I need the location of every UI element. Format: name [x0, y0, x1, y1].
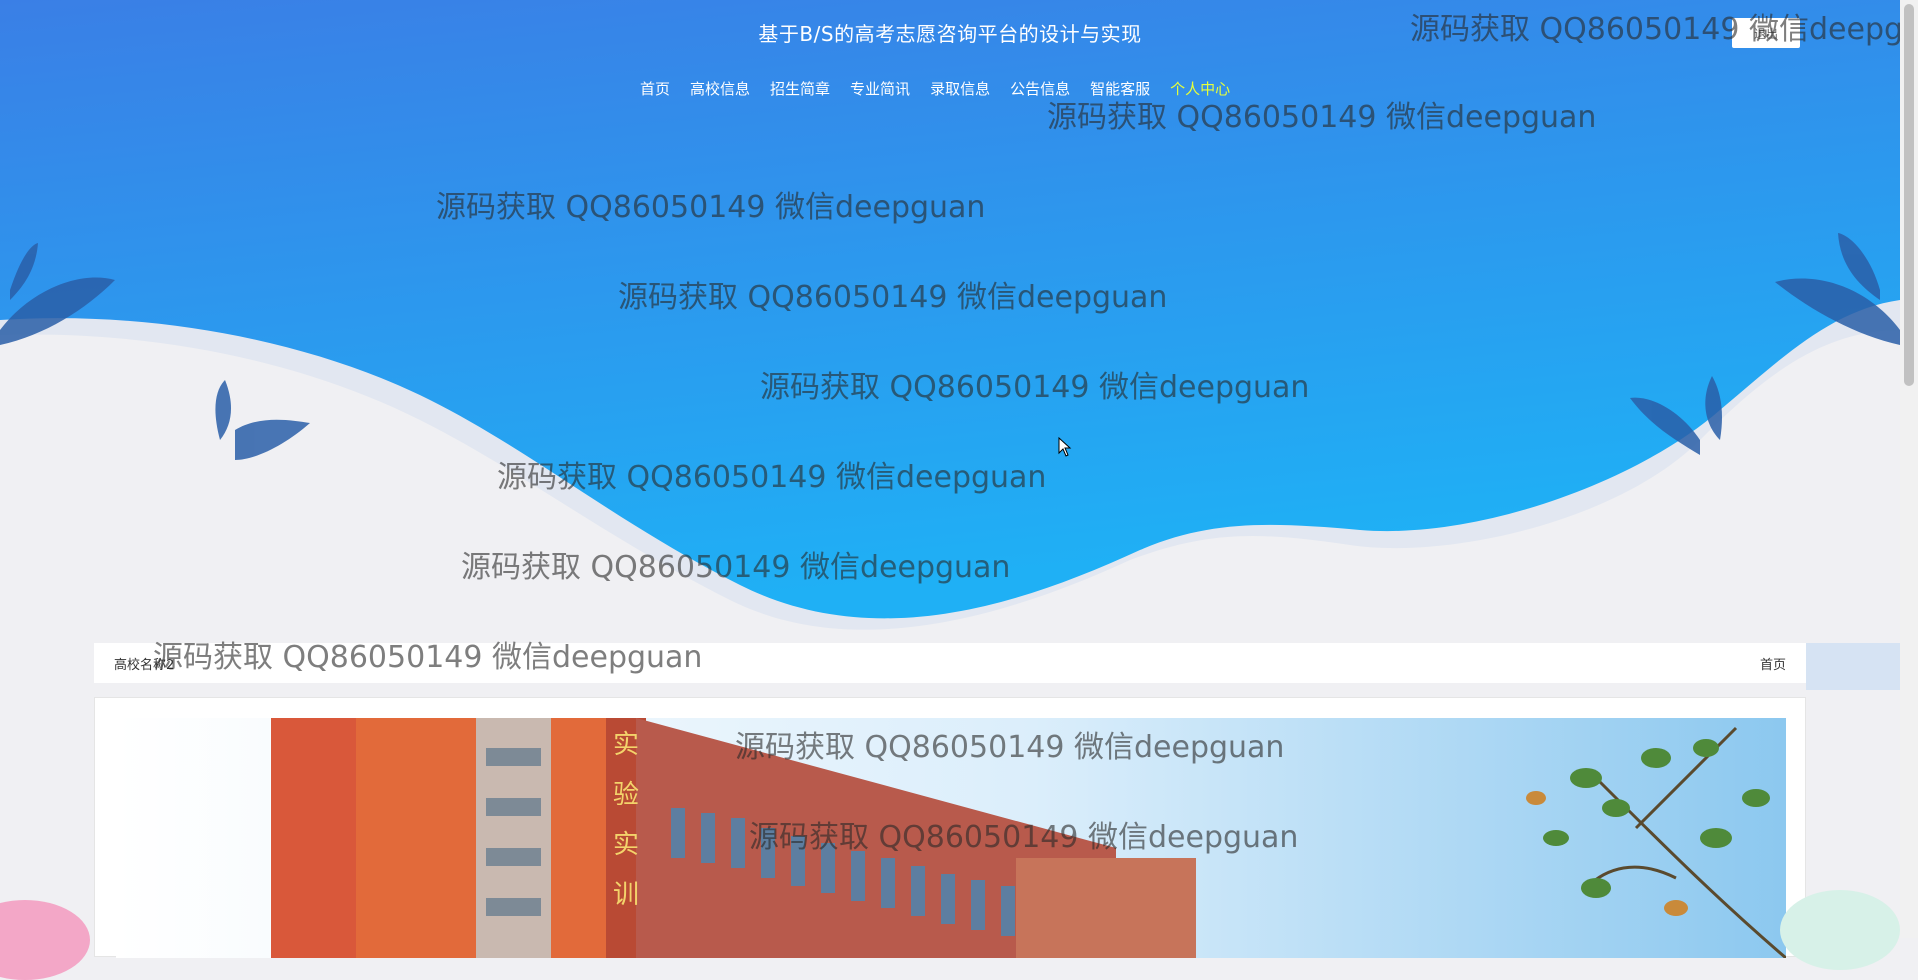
site-title: 基于B/S的高考志愿咨询平台的设计与实现	[758, 22, 1142, 46]
corner-decoration-mint	[1780, 890, 1900, 970]
breadcrumb-current: 高校名称2	[114, 657, 175, 673]
scrollbar-thumb[interactable]	[1904, 4, 1914, 386]
nav-item-home[interactable]: 首页	[640, 78, 670, 99]
breadcrumb-home-link[interactable]: 首页	[1760, 654, 1786, 673]
nav-item-universities[interactable]: 高校信息	[690, 78, 750, 99]
banner-sign-char-4: 训	[613, 880, 639, 910]
banner-sign-char-3: 实	[613, 830, 639, 860]
nav-item-major-news[interactable]: 专业简讯	[850, 78, 910, 99]
banner-sign-char-2: 验	[613, 780, 639, 810]
mouse-cursor-icon	[1058, 437, 1072, 457]
content-card: 实 验 实 训	[94, 697, 1806, 958]
banner-sign-char-1: 实	[613, 730, 639, 760]
university-banner-image: 实 验 实 训	[116, 718, 1786, 958]
main-nav: 首页 高校信息 招生简章 专业简讯 录取信息 公告信息 智能客服 个人中心	[640, 78, 1250, 99]
breadcrumb-side-tab	[1806, 643, 1902, 690]
nav-item-admission-info[interactable]: 录取信息	[930, 78, 990, 99]
page-scrollbar[interactable]	[1900, 0, 1918, 938]
logout-button[interactable]: 退出	[1732, 18, 1800, 48]
corner-decoration-pink	[0, 900, 90, 980]
breadcrumb: 高校名称2 首页	[94, 643, 1806, 683]
nav-item-admission-brochure[interactable]: 招生简章	[770, 78, 830, 99]
nav-item-chatbot[interactable]: 智能客服	[1090, 78, 1150, 99]
nav-item-announcements[interactable]: 公告信息	[1010, 78, 1070, 99]
nav-item-personal-center[interactable]: 个人中心	[1170, 78, 1230, 99]
